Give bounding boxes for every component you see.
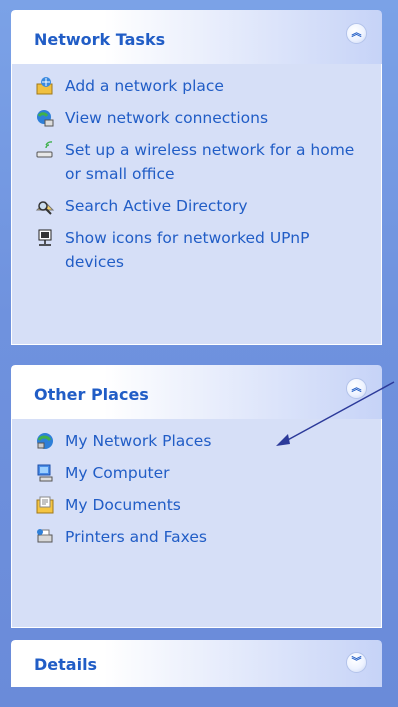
printers-faxes-icon (37, 529, 53, 543)
task-add-network-place[interactable]: Add a network place (35, 74, 381, 98)
task-label: Search Active Directory (65, 197, 248, 215)
upnp-devices-icon (38, 229, 52, 246)
search-directory-icon (35, 201, 55, 215)
collapse-chevron-up-icon[interactable]: ︽ (346, 23, 367, 44)
task-label: View network connections (65, 109, 269, 127)
details-panel: Details ︾ (11, 640, 382, 687)
network-tasks-body: Add a network place View network connect… (11, 64, 382, 345)
details-header[interactable]: Details ︾ (11, 640, 382, 687)
network-tasks-title: Network Tasks (34, 30, 166, 49)
task-search-active-directory[interactable]: Search Active Directory (35, 194, 381, 218)
details-title: Details (34, 655, 98, 674)
network-tasks-header[interactable]: Network Tasks ︽ (11, 10, 382, 64)
expand-chevron-down-icon[interactable]: ︾ (346, 652, 367, 673)
network-tasks-panel: Network Tasks ︽ Add a network place View… (11, 10, 382, 345)
place-label: Printers and Faxes (65, 528, 207, 546)
view-network-connections-icon (37, 110, 54, 127)
place-label: My Documents (65, 496, 181, 514)
my-network-places-icon (37, 433, 53, 449)
task-label: Set up a wireless network for a home or … (65, 141, 355, 183)
my-computer-icon (37, 464, 53, 482)
place-my-documents[interactable]: My Documents (35, 493, 381, 517)
task-label: Show icons for networked UPnP devices (65, 229, 310, 271)
task-label: Add a network place (65, 77, 224, 95)
add-network-place-icon (36, 77, 53, 95)
task-set-up-wireless-network[interactable]: Set up a wireless network for a home or … (35, 138, 381, 186)
place-label: My Computer (65, 464, 170, 482)
place-label: My Network Places (65, 432, 212, 450)
task-show-upnp-devices[interactable]: Show icons for networked UPnP devices (35, 226, 381, 274)
wireless-network-icon (36, 141, 53, 158)
other-places-title: Other Places (34, 385, 149, 404)
annotation-arrow (276, 381, 395, 446)
place-printers-and-faxes[interactable]: Printers and Faxes (35, 525, 381, 549)
my-documents-icon (36, 496, 54, 514)
task-view-network-connections[interactable]: View network connections (35, 106, 381, 130)
